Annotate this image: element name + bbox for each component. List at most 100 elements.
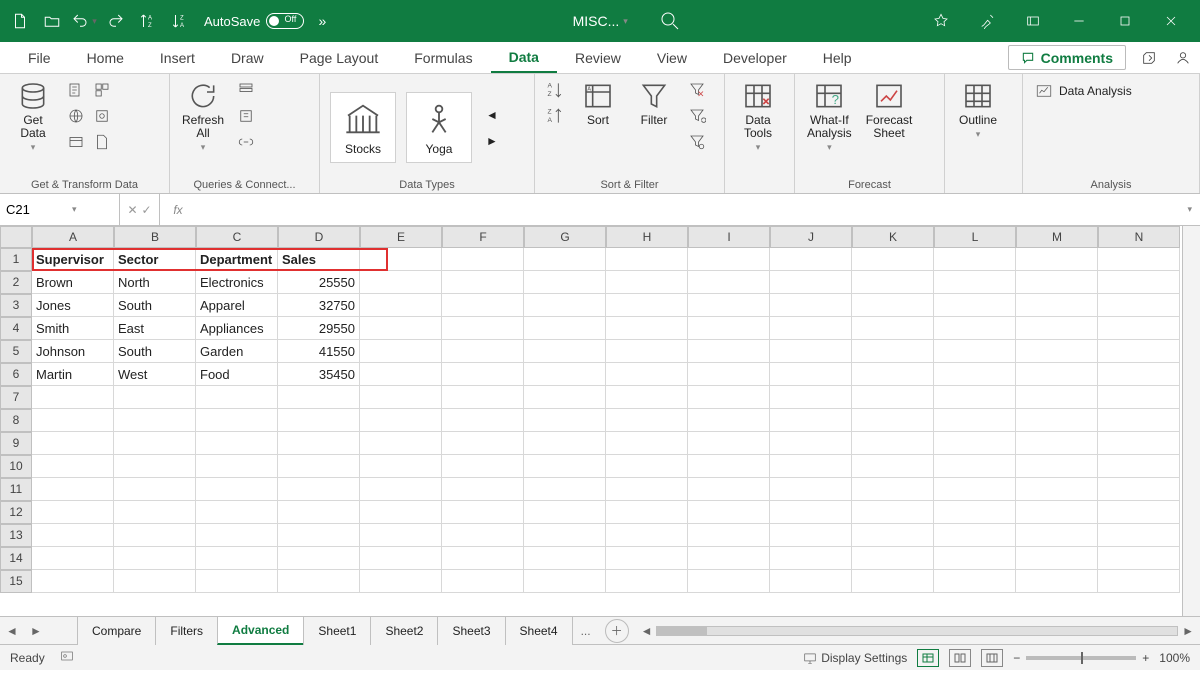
cell[interactable] bbox=[606, 248, 688, 271]
sheet-tab[interactable]: Compare bbox=[77, 617, 156, 645]
row-header[interactable]: 14 bbox=[0, 547, 32, 570]
cell[interactable] bbox=[1016, 547, 1098, 570]
column-header[interactable]: N bbox=[1098, 226, 1180, 248]
sheet-more[interactable]: ... bbox=[573, 624, 599, 638]
column-header[interactable]: A bbox=[32, 226, 114, 248]
cell[interactable] bbox=[1016, 501, 1098, 524]
cell[interactable] bbox=[1016, 294, 1098, 317]
column-header[interactable]: F bbox=[442, 226, 524, 248]
cell[interactable]: 35450 bbox=[278, 363, 360, 386]
advanced-filter-icon[interactable] bbox=[685, 130, 709, 154]
sheet-tab[interactable]: Advanced bbox=[217, 617, 304, 645]
cell[interactable] bbox=[442, 271, 524, 294]
cell[interactable]: Supervisor bbox=[32, 248, 114, 271]
cell[interactable] bbox=[32, 409, 114, 432]
cell[interactable]: Garden bbox=[196, 340, 278, 363]
reapply-icon[interactable] bbox=[685, 104, 709, 128]
cell[interactable] bbox=[196, 455, 278, 478]
select-all-corner[interactable] bbox=[0, 226, 32, 248]
cell[interactable] bbox=[1098, 478, 1180, 501]
cell[interactable] bbox=[934, 478, 1016, 501]
cell[interactable] bbox=[852, 340, 934, 363]
formula-input[interactable] bbox=[198, 202, 1177, 217]
spreadsheet-grid[interactable]: ABCDEFGHIJKLMN1SupervisorSectorDepartmen… bbox=[0, 226, 1182, 593]
cell[interactable] bbox=[524, 248, 606, 271]
cell[interactable] bbox=[360, 363, 442, 386]
cell[interactable]: 32750 bbox=[278, 294, 360, 317]
cell[interactable] bbox=[360, 455, 442, 478]
cell[interactable] bbox=[1098, 271, 1180, 294]
column-header[interactable]: H bbox=[606, 226, 688, 248]
cell[interactable] bbox=[360, 547, 442, 570]
cell[interactable] bbox=[442, 317, 524, 340]
cell[interactable] bbox=[606, 524, 688, 547]
cell[interactable] bbox=[196, 386, 278, 409]
cell[interactable] bbox=[934, 409, 1016, 432]
cell[interactable] bbox=[278, 478, 360, 501]
forecast-button[interactable]: Forecast Sheet bbox=[862, 78, 917, 142]
cell[interactable] bbox=[114, 478, 196, 501]
cell[interactable] bbox=[770, 294, 852, 317]
cell[interactable] bbox=[442, 478, 524, 501]
cell[interactable]: Smith bbox=[32, 317, 114, 340]
award-icon[interactable] bbox=[918, 0, 964, 42]
cell[interactable] bbox=[852, 317, 934, 340]
cell[interactable] bbox=[1016, 271, 1098, 294]
cell[interactable]: South bbox=[114, 340, 196, 363]
cell[interactable] bbox=[1016, 363, 1098, 386]
cell[interactable] bbox=[606, 547, 688, 570]
name-box-input[interactable] bbox=[6, 202, 66, 217]
from-text-icon[interactable] bbox=[64, 78, 88, 102]
nav-right-icon[interactable]: ► bbox=[480, 129, 504, 153]
cell[interactable] bbox=[1016, 570, 1098, 593]
cell[interactable] bbox=[524, 317, 606, 340]
cell[interactable] bbox=[1016, 455, 1098, 478]
close-button[interactable] bbox=[1148, 0, 1194, 42]
cell[interactable]: Johnson bbox=[32, 340, 114, 363]
page-layout-view-button[interactable] bbox=[949, 649, 971, 667]
cell[interactable] bbox=[688, 271, 770, 294]
cell[interactable] bbox=[606, 432, 688, 455]
column-header[interactable]: K bbox=[852, 226, 934, 248]
cell[interactable] bbox=[524, 478, 606, 501]
cell[interactable] bbox=[1016, 524, 1098, 547]
cell[interactable] bbox=[1098, 432, 1180, 455]
sort-asc-icon[interactable]: AZ bbox=[134, 7, 162, 35]
cell[interactable] bbox=[1098, 363, 1180, 386]
cell[interactable] bbox=[360, 478, 442, 501]
tab-page-layout[interactable]: Page Layout bbox=[282, 42, 397, 73]
from-table-icon[interactable] bbox=[64, 104, 88, 128]
cell[interactable] bbox=[524, 455, 606, 478]
cell[interactable] bbox=[688, 386, 770, 409]
zoom-in-button[interactable]: + bbox=[1142, 651, 1149, 665]
name-box[interactable]: ▾ bbox=[0, 194, 120, 225]
cell[interactable] bbox=[770, 524, 852, 547]
cell[interactable] bbox=[196, 524, 278, 547]
cell[interactable] bbox=[852, 501, 934, 524]
tab-review[interactable]: Review bbox=[557, 42, 639, 73]
account-icon[interactable] bbox=[1166, 42, 1200, 73]
cell[interactable] bbox=[196, 432, 278, 455]
cell[interactable]: Jones bbox=[32, 294, 114, 317]
autosave-toggle[interactable]: AutoSave Off bbox=[204, 13, 304, 29]
cell[interactable] bbox=[1098, 386, 1180, 409]
column-header[interactable]: I bbox=[688, 226, 770, 248]
clear-filter-icon[interactable] bbox=[685, 78, 709, 102]
sort-desc-icon[interactable]: ZA bbox=[166, 7, 194, 35]
cell[interactable] bbox=[32, 432, 114, 455]
cell[interactable] bbox=[934, 271, 1016, 294]
cell[interactable] bbox=[852, 409, 934, 432]
cell[interactable] bbox=[1098, 570, 1180, 593]
tab-data[interactable]: Data bbox=[491, 42, 557, 73]
cell[interactable] bbox=[934, 547, 1016, 570]
cell[interactable] bbox=[770, 409, 852, 432]
cell[interactable] bbox=[852, 432, 934, 455]
row-header[interactable]: 7 bbox=[0, 386, 32, 409]
cell[interactable] bbox=[852, 271, 934, 294]
queries-icon[interactable] bbox=[234, 78, 258, 102]
cell[interactable] bbox=[114, 455, 196, 478]
sheet-tab[interactable]: Sheet3 bbox=[437, 617, 505, 645]
sort-button[interactable]: A Sort bbox=[573, 78, 623, 129]
cell[interactable]: South bbox=[114, 294, 196, 317]
cell[interactable]: Sales bbox=[278, 248, 360, 271]
